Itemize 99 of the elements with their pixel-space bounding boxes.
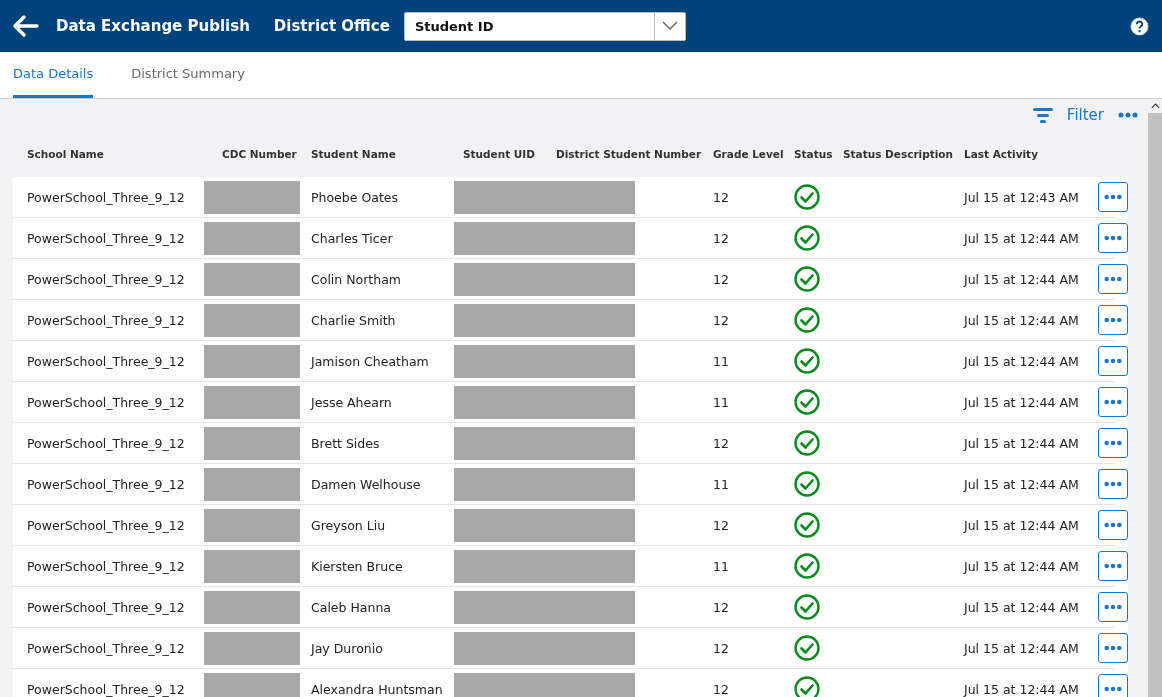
more-icon [1104,686,1122,692]
table-cell-text: 12 [713,230,730,246]
row-menu-button[interactable] [1098,305,1128,335]
table-cell-text: 11 [713,558,730,574]
more-icon [1104,481,1122,487]
table-cell-text: 12 [713,271,730,287]
more-icon [1104,317,1122,323]
table-cell-text: Caleb Hanna [311,599,393,615]
row-menu-button[interactable] [1098,264,1128,294]
table-cell-text: Jamison Cheatham [311,353,430,369]
table-cell-text: Jul 15 at 12:43 AM [964,189,1080,205]
more-icon [1104,604,1122,610]
table-cell-text: 11 [713,394,730,410]
id-type-dropdown[interactable]: Student ID [403,11,686,41]
more-icon [1104,194,1122,200]
more-icon [1104,399,1122,405]
help-icon[interactable] [1130,16,1149,36]
table-cell-text: Charlie Smith [311,312,397,328]
table-cell-text: 12 [713,640,730,656]
more-icon [1104,276,1122,282]
table-cell-text: PowerSchool_Three_9_12 [27,230,186,246]
table-cell-text: PowerSchool_Three_9_12 [27,517,186,533]
row-menu-button[interactable] [1098,428,1128,458]
table-cell-text: Greyson Liu [311,517,387,533]
back-arrow-icon[interactable] [11,14,39,38]
tab[interactable]: Data Details [13,52,94,98]
row-menu-button[interactable] [1098,182,1128,212]
chevron-down-icon [661,21,678,31]
filter-button[interactable]: Filter [1066,106,1104,124]
table-cell-text: Charles Ticer [311,230,394,246]
table-cell-text: 11 [713,353,730,369]
column-header[interactable]: Student UID [454,148,556,160]
table-cell-text: Jul 15 at 12:44 AM [964,271,1080,287]
row-menu-button[interactable] [1098,633,1128,663]
table-cell-text: Jul 15 at 12:44 AM [964,435,1080,451]
table-cell-text: PowerSchool_Three_9_12 [27,599,186,615]
table-cell-text: Jesse Ahearn [311,394,393,410]
scroll-up-icon[interactable] [1150,103,1160,109]
table-cell-text: Phoebe Oates [311,189,399,205]
table-cell-text: Jul 15 at 12:44 AM [964,517,1080,533]
more-icon [1104,645,1122,651]
column-header[interactable]: School Name [27,148,204,160]
table-cell-text: Alexandra Huntsman [311,681,444,697]
table-cell-text: 12 [713,599,730,615]
table-cell-text: 12 [713,312,730,328]
row-menu-button[interactable] [1098,551,1128,581]
column-header[interactable]: Student Name [311,148,454,160]
table-cell-text: Kiersten Bruce [311,558,404,574]
table-cell-text: PowerSchool_Three_9_12 [27,271,186,287]
column-header[interactable]: Grade Level [713,148,794,160]
table-cell-text: Colin Northam [311,271,402,287]
table-cell-text: Jul 15 at 12:44 AM [964,353,1080,369]
table-cell-text: Brett Sides [311,435,381,451]
table-cell-text: Damen Welhouse [311,476,422,492]
column-header[interactable]: Status Description [843,148,964,160]
table-cell-text: Jul 15 at 12:44 AM [964,230,1080,246]
table-cell-text: PowerSchool_Three_9_12 [27,189,186,205]
row-menu-button[interactable] [1098,387,1128,417]
table-cell-text: 12 [713,435,730,451]
table-cell-text: Jul 15 at 12:44 AM [964,681,1080,697]
table-cell-text: PowerSchool_Three_9_12 [27,476,186,492]
more-icon [1104,563,1122,569]
app-title: Data Exchange Publish [56,17,250,35]
row-menu-button[interactable] [1098,510,1128,540]
more-icon [1104,440,1122,446]
column-header[interactable]: Status [794,148,843,160]
table-cell-text: PowerSchool_Three_9_12 [27,435,186,451]
table-cell-text: Jul 15 at 12:44 AM [964,640,1080,656]
row-menu-button[interactable] [1098,674,1128,697]
column-header[interactable]: Last Activity [964,148,1098,160]
table-cell-text: 12 [713,189,730,205]
office-label: District Office [273,17,390,35]
table-cell-text: Jul 15 at 12:44 AM [964,558,1080,574]
table-cell-text: 12 [713,517,730,533]
table-cell-text: Jul 15 at 12:44 AM [964,599,1080,615]
row-menu-button[interactable] [1098,469,1128,499]
tab[interactable]: District Summary [131,52,245,98]
table-cell-text: 11 [713,476,730,492]
table-cell-text: Jul 15 at 12:44 AM [964,476,1080,492]
table-cell-text: PowerSchool_Three_9_12 [27,353,186,369]
column-header[interactable]: District Student Number [556,148,713,160]
more-icon [1104,522,1122,528]
table-cell-text: PowerSchool_Three_9_12 [27,312,186,328]
table-cell-text: Jul 15 at 12:44 AM [964,312,1080,328]
more-icon [1104,358,1122,364]
table-cell-text: Jay Duronio [311,640,384,656]
table-cell-text: PowerSchool_Three_9_12 [27,558,186,574]
more-icon [1104,235,1122,241]
table-cell-text: PowerSchool_Three_9_12 [27,394,186,410]
table-cell-text: 12 [713,681,730,697]
table-cell-text: Jul 15 at 12:44 AM [964,394,1080,410]
more-icon[interactable] [1118,112,1138,118]
row-menu-button[interactable] [1098,223,1128,253]
table-cell-text: PowerSchool_Three_9_12 [27,681,186,697]
row-menu-button[interactable] [1098,346,1128,376]
row-menu-button[interactable] [1098,592,1128,622]
table-cell-text: PowerSchool_Three_9_12 [27,640,186,656]
filter-icon[interactable] [1032,107,1053,123]
column-header[interactable]: CDC Number [204,148,311,160]
